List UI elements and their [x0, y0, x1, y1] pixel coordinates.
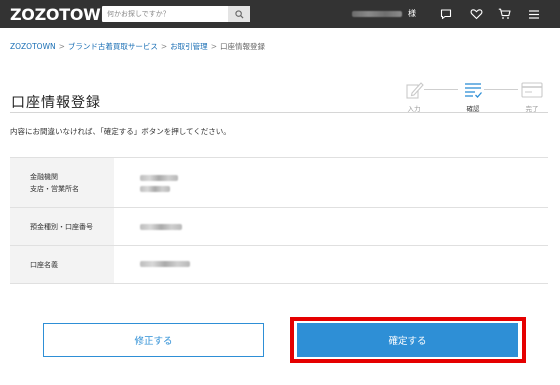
branch-name-blurred	[140, 186, 170, 192]
instruction-text: 内容にお間違いなければ、「確定する」ボタンを押してください。	[10, 127, 231, 136]
breadcrumb-item-home[interactable]: ZOZOTOWN	[10, 42, 56, 51]
account-info-table: 金融機関 支店・営業所名 預金種別・口座番号 口座名義	[10, 157, 548, 284]
card-icon	[521, 82, 543, 98]
label-branch-name: 支店・営業所名	[30, 184, 79, 193]
breadcrumb-item-buyback[interactable]: ブランド古着買取サービス	[68, 42, 158, 51]
search-input[interactable]	[102, 6, 228, 22]
step-input: 入力	[394, 80, 434, 113]
label-account-type-number: 預金種別・口座番号	[30, 222, 93, 231]
step-confirm: 確認	[453, 80, 493, 113]
edit-button[interactable]: 修正する	[43, 323, 264, 357]
breadcrumb-current: 口座情報登録	[219, 42, 265, 51]
step-complete: 完了	[512, 80, 552, 113]
search-box	[102, 6, 250, 22]
table-row: 金融機関 支店・営業所名	[10, 158, 548, 208]
message-icon[interactable]	[439, 7, 453, 21]
step-label-input: 入力	[407, 105, 421, 113]
table-row: 預金種別・口座番号	[10, 208, 548, 246]
breadcrumb-item-transactions[interactable]: お取引管理	[170, 42, 208, 51]
confirm-button[interactable]: 確定する	[297, 323, 518, 357]
cart-icon[interactable]	[497, 7, 511, 21]
label-account-holder: 口座名義	[30, 260, 58, 269]
row-label: 預金種別・口座番号	[10, 208, 114, 245]
step-label-complete: 完了	[525, 105, 539, 113]
menu-icon[interactable]	[527, 7, 541, 21]
row-value	[114, 158, 548, 207]
pencil-icon	[406, 82, 424, 99]
breadcrumb: ZOZOTOWN > ブランド古着買取サービス > お取引管理 > 口座情報登録	[10, 41, 265, 52]
heart-icon[interactable]	[469, 7, 483, 21]
step-label-confirm: 確認	[466, 105, 480, 113]
search-icon	[234, 9, 244, 19]
row-value	[114, 208, 548, 245]
row-label: 口座名義	[10, 246, 114, 283]
table-row: 口座名義	[10, 246, 548, 284]
search-button[interactable]	[228, 6, 250, 22]
progress-stepper: 入力 確認 完了	[394, 80, 548, 113]
row-value	[114, 246, 548, 283]
bank-name-blurred	[140, 175, 178, 181]
breadcrumb-separator: >	[58, 42, 65, 51]
page-title: 口座情報登録	[11, 95, 101, 111]
top-header: ZOZOTOWN 様	[0, 0, 560, 28]
breadcrumb-separator: >	[210, 42, 217, 51]
zozotown-logo[interactable]: ZOZOTOWN	[10, 5, 114, 24]
label-bank-name: 金融機関	[30, 172, 58, 181]
account-holder-blurred	[140, 261, 190, 267]
checklist-icon	[465, 83, 482, 98]
user-honorific: 様	[408, 9, 416, 18]
row-label: 金融機関 支店・営業所名	[10, 158, 114, 207]
account-number-blurred	[140, 224, 182, 230]
user-name-blurred	[352, 11, 402, 17]
breadcrumb-separator: >	[160, 42, 168, 51]
